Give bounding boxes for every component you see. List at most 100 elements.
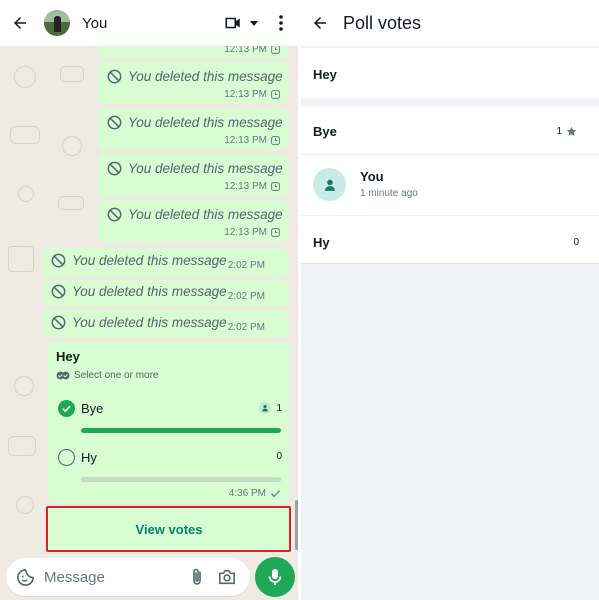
message-bubble[interactable]: You deleted this message 2:02 PM — [42, 248, 289, 276]
pending-clock-icon — [271, 228, 280, 237]
deleted-icon — [107, 161, 122, 176]
poll-votes-header: Poll votes — [301, 0, 599, 47]
deleted-message: You deleted this message — [107, 69, 283, 84]
option-label: Bye — [81, 401, 104, 416]
screen: You 12:13 PM You deleted this message 12… — [0, 0, 599, 600]
deleted-icon — [51, 284, 66, 299]
voter-avatar — [259, 402, 272, 414]
call-dropdown-button[interactable] — [244, 0, 264, 46]
option-label: Hy — [313, 235, 330, 250]
deleted-text: You deleted this message — [72, 315, 227, 330]
message-meta: 12:13 PM — [224, 135, 280, 146]
option-progress-bar — [81, 477, 281, 482]
message-time: 12:13 PM — [224, 227, 267, 238]
option-checkbox-checked[interactable] — [58, 400, 75, 417]
back-arrow-icon — [314, 17, 326, 29]
camera-icon — [219, 569, 235, 585]
message-time: 2:02 PM — [227, 291, 265, 302]
poll-question-section: Hey — [301, 48, 599, 98]
deleted-message: You deleted this message — [107, 115, 283, 130]
option-section-header: Hy 0 — [301, 216, 599, 264]
voice-message-button[interactable] — [255, 557, 295, 597]
poll-meta: 4:36 PM — [229, 488, 281, 499]
option-label: Bye — [313, 124, 337, 139]
message-time: 12:13 PM — [224, 181, 267, 192]
deleted-message: You deleted this message — [107, 161, 283, 176]
option-section-header: Bye 1 — [301, 106, 599, 154]
camera-button[interactable] — [212, 568, 242, 586]
vote-time: 1 minute ago — [360, 188, 418, 199]
pending-clock-icon — [271, 136, 280, 145]
contact-name[interactable]: You — [82, 15, 222, 32]
more-options-button[interactable] — [264, 0, 298, 46]
voter-row[interactable]: You 1 minute ago — [301, 155, 599, 215]
video-call-button[interactable] — [222, 0, 244, 46]
message-meta: 12:13 PM — [224, 181, 280, 192]
double-check-icon — [56, 371, 70, 380]
message-time: 12:13 PM — [224, 135, 267, 146]
option-vote-count: 1 — [556, 126, 577, 137]
deleted-text: You deleted this message — [128, 207, 283, 222]
page-title: Poll votes — [343, 12, 422, 33]
voter-avatar — [313, 168, 346, 201]
chat-panel: You 12:13 PM You deleted this message 12… — [0, 0, 298, 600]
poll-question: Hey — [313, 67, 337, 82]
video-call-icon — [225, 17, 240, 29]
sticker-button[interactable] — [8, 568, 42, 587]
message-bubble[interactable]: You deleted this message 12:13 PM — [98, 62, 289, 104]
option-vote-count: 0 — [573, 237, 579, 248]
deleted-icon — [107, 207, 122, 222]
message-meta: 2:02 PM — [228, 291, 265, 302]
deleted-text: You deleted this message — [72, 253, 227, 268]
deleted-message: You deleted this message — [51, 284, 227, 299]
pending-clock-icon — [271, 45, 280, 54]
back-arrow-icon — [14, 17, 26, 29]
message-bubble[interactable]: You deleted this message 2:02 PM — [42, 310, 289, 338]
option-label: Hy — [81, 450, 97, 465]
contact-avatar[interactable] — [44, 10, 70, 36]
sent-check-icon — [271, 490, 281, 498]
attach-button[interactable] — [182, 567, 212, 587]
option-checkbox-unchecked[interactable] — [58, 449, 75, 466]
message-bubble[interactable]: You deleted this message 12:13 PM — [98, 200, 289, 242]
message-meta: 2:02 PM — [228, 322, 265, 333]
message-time: 12:13 PM — [224, 89, 267, 100]
deleted-text: You deleted this message — [128, 161, 283, 176]
voter-name: You — [360, 169, 384, 184]
message-meta: 12:13 PM — [224, 89, 280, 100]
deleted-icon — [51, 253, 66, 268]
deleted-icon — [107, 69, 122, 84]
message-meta: 12:13 PM — [224, 227, 280, 238]
back-button[interactable] — [0, 0, 40, 46]
option-count: 0 — [276, 451, 282, 462]
message-bubble[interactable]: You deleted this message 12:13 PM — [98, 108, 289, 150]
view-votes-button[interactable]: View votes — [48, 508, 290, 551]
pending-clock-icon — [271, 90, 280, 99]
chat-header: You — [0, 0, 298, 46]
deleted-text: You deleted this message — [128, 115, 283, 130]
person-icon — [262, 404, 269, 412]
mic-icon — [268, 569, 282, 585]
poll-message: Hey Select one or more Bye 1 Hy 0 4:36 P… — [48, 342, 290, 504]
message-meta: 2:02 PM — [228, 260, 265, 271]
deleted-message: You deleted this message — [107, 207, 283, 222]
message-time: 2:02 PM — [227, 260, 265, 271]
option-count: 1 — [259, 402, 282, 414]
deleted-icon — [107, 115, 122, 130]
deleted-text: You deleted this message — [72, 284, 227, 299]
star-icon — [566, 126, 577, 136]
deleted-message: You deleted this message — [51, 253, 227, 268]
message-bubble[interactable]: You deleted this message 2:02 PM — [42, 279, 289, 307]
poll-subtitle: Select one or more — [56, 370, 159, 381]
message-input[interactable]: Message — [44, 569, 182, 586]
message-time: 2:02 PM — [227, 322, 265, 333]
deleted-text: You deleted this message — [128, 69, 283, 84]
back-button[interactable] — [301, 0, 339, 47]
option-progress-bar — [81, 428, 281, 433]
message-bubble[interactable]: You deleted this message 12:13 PM — [98, 154, 289, 196]
option-progress-fill — [81, 428, 281, 433]
poll-time: 4:36 PM — [228, 488, 266, 499]
checkmark-icon — [62, 405, 71, 413]
person-icon — [324, 179, 335, 191]
dropdown-icon — [250, 21, 258, 26]
